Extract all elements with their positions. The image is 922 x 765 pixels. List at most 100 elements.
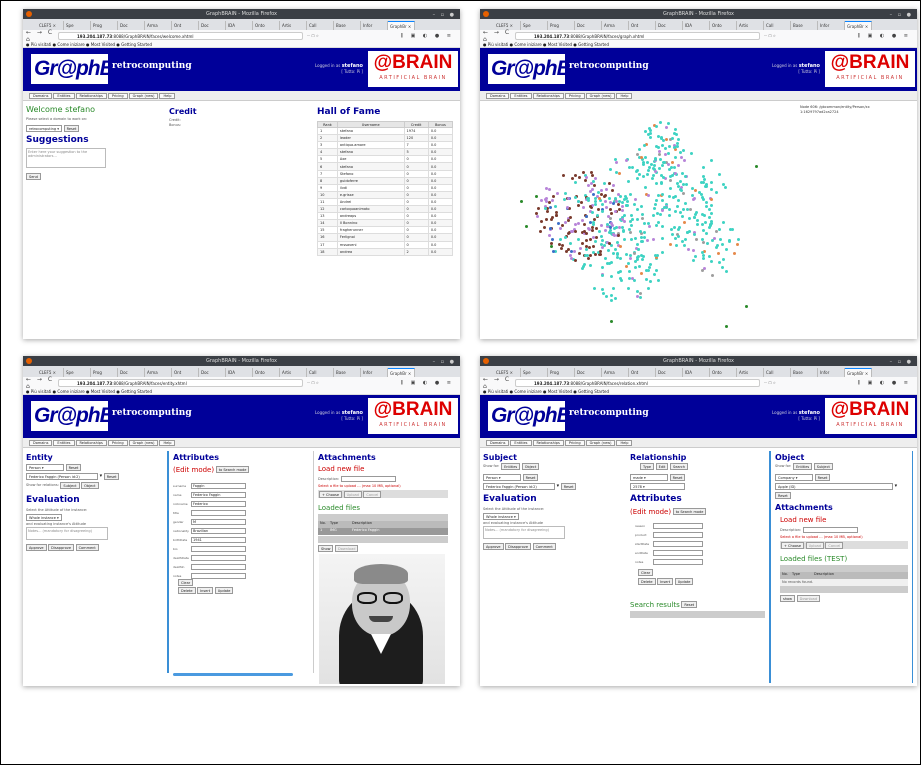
graph-node[interactable] <box>618 207 621 211</box>
graph-node[interactable] <box>634 259 638 263</box>
graph-node[interactable] <box>578 252 581 256</box>
field-input[interactable] <box>191 546 246 552</box>
menu-item[interactable]: Help <box>616 440 633 446</box>
graph-node[interactable] <box>695 219 699 223</box>
graph-node[interactable] <box>672 145 676 149</box>
graph-node[interactable] <box>616 192 620 196</box>
graph-node[interactable] <box>681 215 685 219</box>
horizontal-scrollbar[interactable] <box>173 673 293 676</box>
description-input[interactable] <box>802 527 858 533</box>
graph-node[interactable] <box>639 205 643 209</box>
graph-node[interactable] <box>687 247 691 251</box>
graph-node[interactable] <box>728 239 732 243</box>
graph-node[interactable] <box>551 194 555 198</box>
approve-button[interactable]: Approve <box>483 543 504 550</box>
graph-node[interactable] <box>545 186 549 190</box>
graph-node[interactable] <box>549 206 553 210</box>
menu-item[interactable]: Domains <box>486 440 510 446</box>
graph-node[interactable] <box>625 159 629 163</box>
menu-item[interactable]: Help <box>159 93 176 99</box>
graph-node[interactable] <box>709 188 713 191</box>
browser-tab[interactable]: Arma <box>145 368 172 377</box>
graph-node[interactable] <box>658 158 662 162</box>
field-input[interactable] <box>191 573 246 579</box>
graph-node[interactable] <box>567 218 571 222</box>
graph-node[interactable] <box>654 125 658 128</box>
subject-reset-button[interactable]: Reset <box>522 474 539 481</box>
graph-node[interactable] <box>649 131 653 135</box>
graph-node[interactable] <box>664 206 668 210</box>
graph-node[interactable] <box>701 269 705 273</box>
graph-node[interactable] <box>642 160 646 164</box>
url-tools[interactable]: ··· ☐ ☆ <box>764 34 776 38</box>
graph-node[interactable] <box>647 193 651 197</box>
graph-node[interactable] <box>535 195 538 198</box>
graph-node[interactable] <box>601 210 605 213</box>
graph-node[interactable] <box>711 238 715 242</box>
graph-node[interactable] <box>609 207 612 211</box>
graph-node[interactable] <box>611 252 615 256</box>
graph-node[interactable] <box>656 220 660 224</box>
download-button[interactable]: Download <box>335 545 359 552</box>
browser-tab[interactable]: GraphBr × <box>388 368 415 377</box>
graph-node[interactable] <box>659 121 663 125</box>
graph-node[interactable] <box>619 244 622 248</box>
graph-node[interactable] <box>667 145 671 149</box>
graph-node[interactable] <box>587 228 591 232</box>
graph-node[interactable] <box>585 215 589 219</box>
send-button[interactable]: Send <box>26 173 41 180</box>
clear-button[interactable]: Clear <box>178 579 194 586</box>
browser-tab[interactable]: Spe <box>64 21 91 30</box>
graph-node[interactable] <box>629 231 633 234</box>
browser-tab[interactable]: Prog <box>91 368 118 377</box>
browser-tab[interactable]: Infor <box>818 368 845 377</box>
field-input[interactable] <box>653 523 703 529</box>
graph-node[interactable] <box>643 230 647 234</box>
graph-node[interactable] <box>614 297 618 301</box>
graph-node[interactable] <box>671 232 675 236</box>
upload-button[interactable]: Upload <box>343 491 362 498</box>
graph-node[interactable] <box>548 234 552 238</box>
graph-node[interactable] <box>585 238 589 242</box>
graph-node[interactable] <box>719 238 723 242</box>
graph-node[interactable] <box>600 189 604 193</box>
rel-type-button[interactable]: Type <box>640 463 655 470</box>
graph-node[interactable] <box>596 214 600 218</box>
graph-node[interactable] <box>602 181 606 185</box>
approve-button[interactable]: Approve <box>26 544 47 551</box>
graph-node[interactable] <box>660 192 664 196</box>
pager-bottom[interactable] <box>780 586 908 593</box>
entity-instance-reset-button[interactable]: Reset <box>103 473 120 480</box>
graph-node[interactable] <box>570 256 574 260</box>
graph-node[interactable] <box>608 181 612 185</box>
evaluation-notes-textarea[interactable]: Notes... (mandatory for disagreeing) <box>483 526 565 539</box>
browser-tab[interactable]: Spe <box>64 368 91 377</box>
graph-node[interactable] <box>520 200 523 203</box>
field-input[interactable] <box>653 541 703 547</box>
browser-tab[interactable]: Infor <box>818 21 845 30</box>
graph-node[interactable] <box>645 269 648 272</box>
graphbrain-logo[interactable]: Gr@phBRAIN <box>31 401 162 431</box>
search-reset-button[interactable]: Reset <box>681 601 698 608</box>
graph-node[interactable] <box>594 239 597 243</box>
graph-node[interactable] <box>641 212 644 216</box>
bookmarks-bar[interactable]: ● Più visitati ● Come iniziare ● Most Vi… <box>23 41 460 48</box>
graph-node[interactable] <box>656 134 660 138</box>
graph-node[interactable] <box>676 204 680 208</box>
graph-node[interactable] <box>700 212 704 216</box>
graph-node[interactable] <box>617 226 621 230</box>
graph-node[interactable] <box>605 187 608 191</box>
graph-node[interactable] <box>658 213 662 216</box>
graph-node[interactable] <box>611 183 615 187</box>
browser-tab[interactable]: Arma <box>145 21 172 30</box>
graph-node[interactable] <box>591 244 595 248</box>
graph-node[interactable] <box>721 242 725 246</box>
url-field[interactable]: 193.204.187.73:8088/GraphBRAIN/faces/rel… <box>515 378 760 387</box>
graph-node[interactable] <box>592 179 596 183</box>
bookmarks-bar[interactable]: ● Più visitati ● Come iniziare ● Most Vi… <box>23 388 460 395</box>
graph-node[interactable] <box>660 209 664 213</box>
graph-node[interactable] <box>599 192 603 196</box>
menu-item[interactable]: Domains <box>29 93 53 99</box>
graph-node[interactable] <box>685 183 689 186</box>
entity-instance-select[interactable]: Federico Faggin (Person id:2) <box>26 473 98 480</box>
